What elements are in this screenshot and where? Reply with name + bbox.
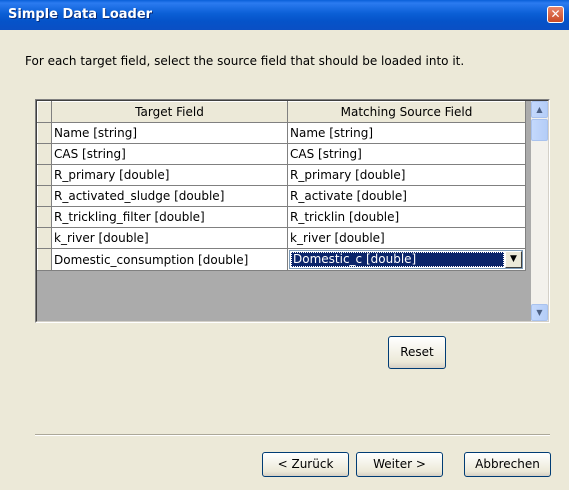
table-row[interactable]: R_primary [double] R_primary [double] xyxy=(37,164,526,186)
reset-button[interactable]: Reset xyxy=(388,336,446,369)
close-button[interactable]: ✕ xyxy=(547,6,564,23)
vertical-scrollbar[interactable]: ▲ ▼ xyxy=(531,101,548,321)
scroll-up-button[interactable]: ▲ xyxy=(531,101,548,118)
close-icon: ✕ xyxy=(550,7,561,21)
source-field-cell[interactable]: k_river [double] xyxy=(287,227,526,249)
row-selector[interactable] xyxy=(37,143,52,165)
dropdown-button[interactable]: ▼ xyxy=(505,251,522,268)
target-field-cell[interactable]: R_trickling_filter [double] xyxy=(51,206,288,228)
separator xyxy=(35,434,550,436)
mapping-table: Target Field Matching Source Field Name … xyxy=(37,101,526,271)
table-row[interactable]: Name [string] Name [string] xyxy=(37,122,526,144)
table-row[interactable]: k_river [double] k_river [double] xyxy=(37,227,526,249)
target-field-header[interactable]: Target Field xyxy=(51,101,288,123)
source-field-cell[interactable]: R_primary [double] xyxy=(287,164,526,186)
target-field-cell[interactable]: Name [string] xyxy=(51,122,288,144)
source-field-cell[interactable]: R_tricklin [double] xyxy=(287,206,526,228)
target-field-cell[interactable]: R_activated_sludge [double] xyxy=(51,185,288,207)
chevron-down-icon: ▼ xyxy=(510,254,517,264)
row-selector[interactable] xyxy=(37,122,52,144)
target-field-cell[interactable]: CAS [string] xyxy=(51,143,288,165)
instruction-text: For each target field, select the source… xyxy=(25,54,465,68)
source-field-cell[interactable]: Name [string] xyxy=(287,122,526,144)
scrollbar-thumb[interactable] xyxy=(531,119,548,141)
window-title: Simple Data Loader xyxy=(8,7,153,22)
scroll-down-icon: ▼ xyxy=(536,308,543,317)
title-bar: Simple Data Loader ✕ xyxy=(0,0,569,30)
cancel-button[interactable]: Abbrechen xyxy=(464,452,551,477)
target-field-cell[interactable]: R_primary [double] xyxy=(51,164,288,186)
table-row-active[interactable]: Domestic_consumption [double] Domestic_c… xyxy=(37,248,526,271)
source-field-dropdown[interactable]: Domestic_c [double] ▼ xyxy=(289,250,523,269)
table-row[interactable]: CAS [string] CAS [string] xyxy=(37,143,526,165)
corner-cell xyxy=(37,101,52,123)
source-field-combo-cell[interactable]: Domestic_c [double] ▼ xyxy=(287,248,526,271)
row-selector[interactable] xyxy=(37,248,52,271)
scroll-up-icon: ▲ xyxy=(536,105,543,114)
scroll-down-button[interactable]: ▼ xyxy=(531,304,548,321)
source-field-cell[interactable]: CAS [string] xyxy=(287,143,526,165)
row-selector[interactable] xyxy=(37,206,52,228)
field-mapping-grid: Target Field Matching Source Field Name … xyxy=(35,99,550,323)
header-row: Target Field Matching Source Field xyxy=(37,101,526,123)
row-selector[interactable] xyxy=(37,164,52,186)
target-field-cell[interactable]: k_river [double] xyxy=(51,227,288,249)
next-button[interactable]: Weiter > xyxy=(356,452,443,477)
table-row[interactable]: R_activated_sludge [double] R_activate [… xyxy=(37,185,526,207)
table-row[interactable]: R_trickling_filter [double] R_tricklin [… xyxy=(37,206,526,228)
target-field-cell[interactable]: Domestic_consumption [double] xyxy=(51,248,288,271)
source-field-cell[interactable]: R_activate [double] xyxy=(287,185,526,207)
source-field-header[interactable]: Matching Source Field xyxy=(287,101,526,123)
row-selector[interactable] xyxy=(37,185,52,207)
back-button[interactable]: < Zurück xyxy=(262,452,349,477)
dropdown-selected-value[interactable]: Domestic_c [double] xyxy=(291,252,504,267)
row-selector[interactable] xyxy=(37,227,52,249)
